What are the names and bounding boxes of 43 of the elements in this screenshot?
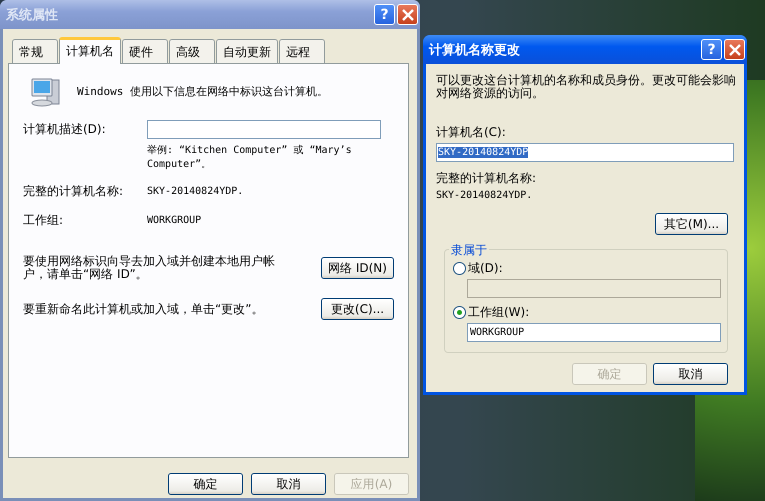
intro-text: Windows 使用以下信息在网络中标识这台计算机。: [77, 84, 328, 98]
close-icon: [402, 8, 414, 20]
description-label: 计算机描述(D):: [23, 121, 107, 138]
window-title: 计算机名称更改: [429, 42, 520, 58]
option-label: 域(D):: [468, 260, 503, 278]
full-name-value: SKY-20140824YDP.: [436, 190, 534, 202]
help-button[interactable]: ?: [701, 39, 722, 60]
tab[interactable]: 计算机名: [59, 37, 121, 64]
workgroup-value: WORKGROUP: [147, 215, 202, 226]
option-field[interactable]: [467, 279, 721, 298]
computer-name-value: SKY-20140824YDP: [438, 147, 528, 158]
option-label: 工作组(W):: [468, 304, 530, 322]
full-name-value: SKY-20140824YDP.: [147, 186, 244, 197]
dialog-button[interactable]: 取消: [251, 473, 326, 495]
radio-button[interactable]: [453, 306, 466, 320]
computer-name-label: 计算机名(C):: [436, 124, 507, 142]
tab[interactable]: 远程: [279, 39, 325, 63]
tab[interactable]: 自动更新: [216, 39, 278, 63]
full-name-label: 完整的计算机名称:: [436, 170, 538, 188]
window-title: 系统属性: [6, 6, 58, 24]
intro-text: 可以更改这台计算机的名称和成员身份。更改可能会影响对网络资源的访问。: [436, 74, 736, 100]
tab[interactable]: 高级: [169, 39, 215, 63]
radio-button[interactable]: [453, 262, 466, 276]
dialog-button[interactable]: 确定: [168, 473, 243, 495]
option-value: WORKGROUP: [470, 327, 524, 338]
network-id-text: 要使用网络标识向导去加入域并创建本地用户帐户，请单击“网络 ID”。: [23, 255, 276, 280]
workgroup-label: 工作组:: [23, 212, 64, 229]
close-button[interactable]: [397, 4, 418, 25]
change-button[interactable]: 更改(C)...: [321, 298, 394, 320]
close-icon: [728, 44, 740, 56]
computer-name-field[interactable]: SKY-20140824YDP: [436, 143, 734, 162]
tab[interactable]: 常规: [12, 39, 58, 63]
close-button[interactable]: [724, 39, 745, 60]
network-id-button[interactable]: 网络 ID(N): [321, 256, 394, 279]
dialog-button[interactable]: 取消: [653, 363, 728, 386]
more-button[interactable]: 其它(M)...: [655, 213, 728, 236]
full-name-label: 完整的计算机名称:: [23, 183, 124, 200]
tab[interactable]: 硬件: [122, 39, 168, 63]
help-button[interactable]: ?: [374, 4, 395, 25]
option-field[interactable]: WORKGROUP: [467, 323, 721, 342]
description-field[interactable]: [147, 120, 381, 139]
example-text: 举例: “Kitchen Computer” 或 “Mary’s Computer”。: [147, 144, 353, 171]
rename-text: 要重新命名此计算机或加入域，单击“更改”。: [23, 302, 264, 316]
